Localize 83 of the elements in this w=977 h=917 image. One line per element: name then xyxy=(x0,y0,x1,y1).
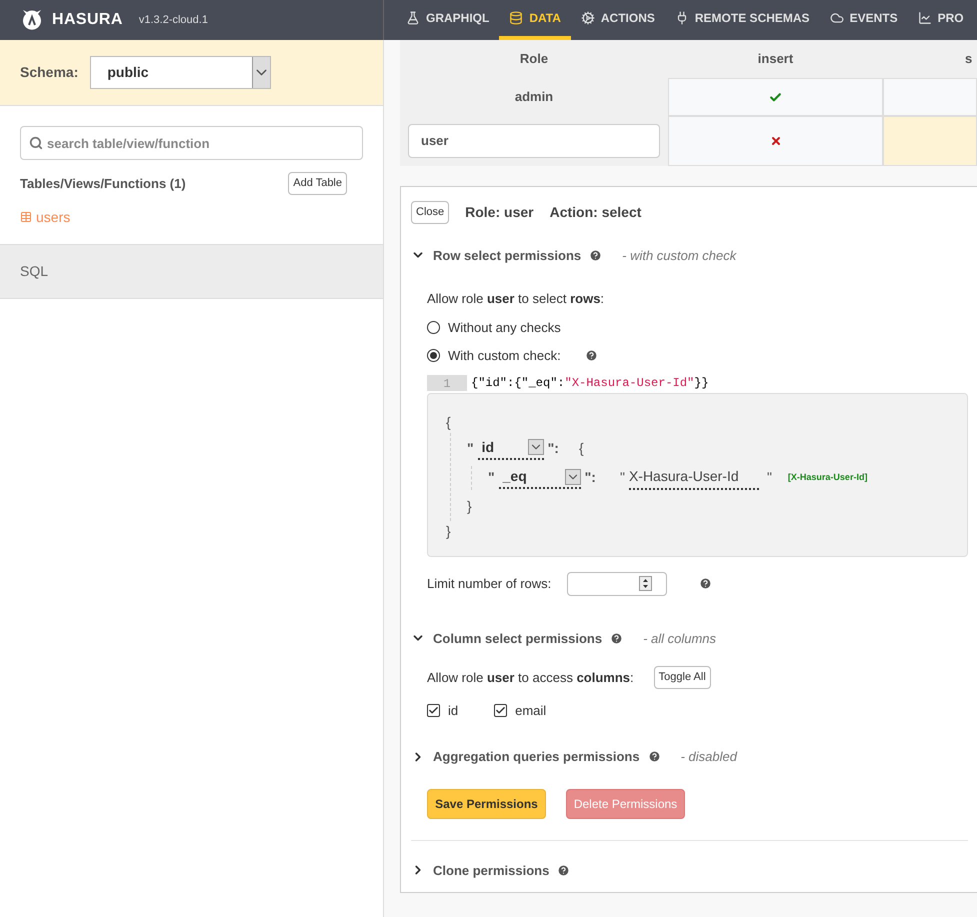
list-title: Tables/Views/Functions (1) xyxy=(20,174,186,193)
help-icon[interactable] xyxy=(648,750,661,764)
permission-cell[interactable] xyxy=(883,78,977,116)
code-line[interactable]: 1 {"id":{"_eq":"X-Hasura-User-Id"}} xyxy=(427,374,968,390)
radio-button[interactable] xyxy=(427,320,440,334)
version-label: v1.3.2-cloud.1 xyxy=(138,12,208,28)
section-note: - all columns xyxy=(643,630,716,648)
help-icon[interactable] xyxy=(610,632,624,645)
schema-label: Schema: xyxy=(20,63,78,82)
nav-icon xyxy=(580,11,595,25)
permission-cell[interactable] xyxy=(668,116,883,166)
brace: { xyxy=(446,414,451,430)
nav-tab[interactable]: ACTIONS xyxy=(570,0,665,40)
radio-label: Without any checks xyxy=(448,318,561,337)
help-icon[interactable] xyxy=(589,248,602,262)
column-label: id xyxy=(448,702,458,720)
code-text: {"id":{"_eq":"X-Hasura-User-Id"}} xyxy=(470,374,709,392)
quote-mark: " xyxy=(467,438,474,458)
column-label: email xyxy=(515,702,546,720)
section-title[interactable]: Aggregation queries permissions xyxy=(433,747,640,766)
section-note: - with custom check xyxy=(622,246,736,264)
dropdown[interactable]: id xyxy=(478,436,544,460)
quote-mark: " xyxy=(766,468,772,487)
caret-icon xyxy=(252,57,270,88)
role-title: Role: user xyxy=(465,202,534,222)
column-header: Role xyxy=(518,50,550,68)
section-title[interactable]: Clone permissions xyxy=(433,860,550,880)
brand-name: HASURA xyxy=(52,10,123,30)
close-button[interactable]: Close xyxy=(411,201,450,224)
help-icon[interactable] xyxy=(557,864,570,877)
nav-icon xyxy=(830,11,844,25)
toggle-all-button[interactable]: Toggle All xyxy=(654,666,711,688)
help-icon[interactable] xyxy=(584,349,598,362)
spinner-icon xyxy=(639,576,652,591)
value-field[interactable]: X-Hasura-User-Id xyxy=(628,466,759,490)
search-field[interactable]: search table/view/function xyxy=(20,126,363,160)
action-title: Action: select xyxy=(550,202,642,222)
checkbox[interactable] xyxy=(494,704,508,717)
nav-icon xyxy=(918,11,932,25)
session-variable-hint[interactable]: [X-Hasura-User-Id] xyxy=(788,470,868,484)
nav-icon xyxy=(509,11,524,25)
column-prompt: Allow role user to access columns: xyxy=(427,668,634,686)
role-input[interactable]: user xyxy=(408,124,660,158)
nav-icon xyxy=(406,11,420,25)
logo-icon xyxy=(20,8,44,32)
save-permissions-button[interactable]: Save Permissions xyxy=(427,788,546,818)
row-prompt: Allow role user to select rows: xyxy=(427,290,606,308)
dropdown[interactable]: _eq xyxy=(498,466,581,489)
role-name: admin xyxy=(514,88,554,106)
table-icon xyxy=(20,211,32,223)
section-title[interactable]: Row select permissions xyxy=(433,246,582,265)
add-table-button[interactable]: Add Table xyxy=(288,172,347,194)
section-note: - disabled xyxy=(680,748,737,766)
brace: } xyxy=(446,522,451,538)
brace: } xyxy=(467,496,473,516)
search-icon xyxy=(29,136,43,150)
help-icon[interactable] xyxy=(699,577,712,590)
schema-select[interactable]: public xyxy=(90,56,272,89)
limit-input[interactable] xyxy=(567,572,668,596)
radio-button[interactable] xyxy=(427,349,440,362)
column-header: s xyxy=(964,50,974,68)
sql-item[interactable]: SQL xyxy=(0,244,383,298)
column-header: insert xyxy=(756,50,794,68)
check-icon xyxy=(769,90,782,104)
radio-label: With custom check: xyxy=(448,347,561,365)
permission-cell[interactable] xyxy=(883,116,977,166)
section-title[interactable]: Column select permissions xyxy=(433,628,602,648)
limit-label: Limit number of rows: xyxy=(427,574,552,593)
permission-cell[interactable] xyxy=(668,78,883,116)
colon: ": xyxy=(548,438,559,458)
quote-mark: " xyxy=(488,468,495,487)
nav-tab[interactable]: PRO xyxy=(908,0,974,40)
line-number: 1 xyxy=(427,374,467,390)
caret-icon xyxy=(528,439,544,455)
nav-tab[interactable]: GRAPHIQL xyxy=(396,0,500,40)
nav-tab[interactable]: EVENTS xyxy=(820,0,908,40)
caret-icon xyxy=(564,468,581,484)
colon: ": xyxy=(584,468,596,487)
cross-icon xyxy=(770,135,782,147)
brace: { xyxy=(578,438,584,458)
quote-mark: " xyxy=(620,468,625,487)
checkbox[interactable] xyxy=(427,704,440,717)
nav-tab[interactable]: REMOTE SCHEMAS xyxy=(664,0,820,40)
